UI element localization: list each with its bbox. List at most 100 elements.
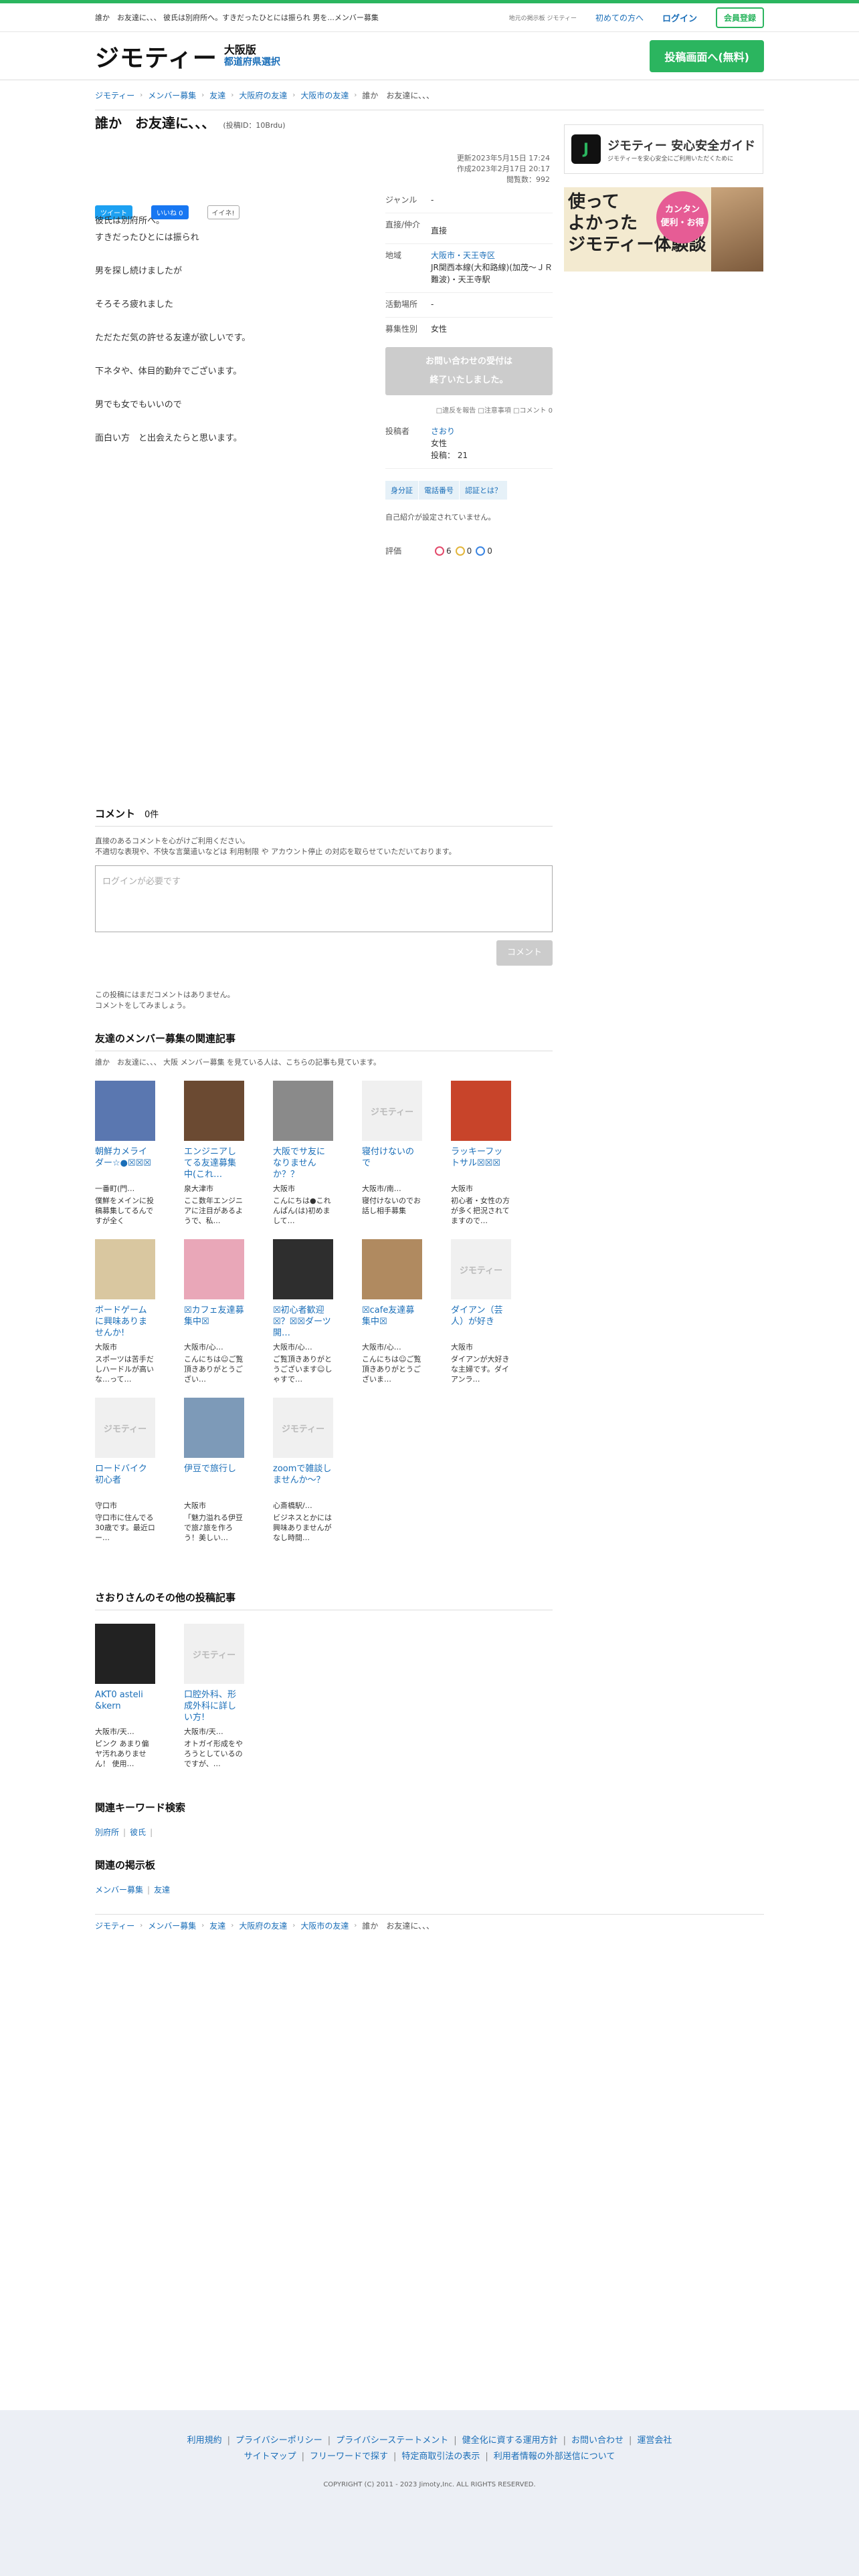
rating-normal: 0 [466,546,472,556]
article-thumbnail[interactable] [184,1081,244,1141]
prefecture-select-link[interactable]: 都道府県選択 [224,56,280,68]
article-card[interactable]: ☒カフェ友達募集中☒ 大阪市/心… こんにちは☺ご覧頂きありがとうござい… [184,1239,244,1398]
article-title-link[interactable]: AKT0 asteli &kern [95,1689,155,1724]
article-title-link[interactable]: 口腔外科、形成外科に詳しい方! [184,1689,244,1724]
breadcrumb-item[interactable]: 大阪府の友達 [239,1920,287,1931]
no-image-placeholder[interactable]: ジモティー [184,1624,244,1684]
no-comment-text: この投稿にはまだコメントはありません。 [95,990,235,999]
article-title-link[interactable]: ☒初心者歓迎☒？☒☒ダーツ開… [273,1305,333,1339]
footer-link[interactable]: 利用規約 [187,2436,222,2446]
article-title-link[interactable]: ロードバイク初心者 [95,1463,155,1498]
article-title-link[interactable]: エンジニアしてる友達募集中(これ… [184,1146,244,1181]
comment-input[interactable]: ログインが必要です [95,865,553,932]
breadcrumb: ジモティー › メンバー募集 › 友達 › 大阪府の友達 › 大阪市の友達 › 誰か お友達に、、、 [0,80,859,101]
article-title-link[interactable]: zoomで雑談しませんか〜？ [273,1463,333,1498]
area-link[interactable]: 大阪市・天王寺区 [431,251,495,260]
no-image-placeholder[interactable]: ジモティー [451,1239,511,1299]
footer-link[interactable]: 特定商取引法の表示 [401,2452,480,2462]
article-thumbnail[interactable] [451,1081,511,1141]
breadcrumb-item[interactable]: 大阪市の友達 [300,90,349,101]
article-thumbnail[interactable] [273,1081,333,1141]
no-image-placeholder[interactable]: ジモティー [273,1398,333,1458]
post-id: (投稿ID：10Brdu) [223,121,286,130]
related-subtitle: 誰か お友達に、、、 大阪 メンバー募集 を見ている人は、こちらの記事も見ていま… [95,1058,381,1067]
article-title-link[interactable]: 寝付けないので [362,1146,422,1181]
footer-link[interactable]: プライバシーポリシー [235,2436,322,2446]
breadcrumb-item[interactable]: 大阪府の友達 [239,90,287,101]
post-button[interactable]: 投稿画面へ(無料) [650,39,764,72]
keyword-link[interactable]: 別府所 [95,1828,119,1837]
comment-submit-button[interactable]: コメント [496,940,553,966]
footer-link[interactable]: 利用者情報の外部送信について [494,2452,615,2462]
breadcrumb-item[interactable]: 大阪市の友達 [300,1920,349,1931]
jmty-logo[interactable]: ジモティー [95,39,217,74]
breadcrumb-item[interactable]: 友達 [209,1920,225,1931]
related-grid: 朝鮮カメライダー☆●☒☒☒ 一番町(門… 僕鮮をメインに投稿募集してるんですが全く エ… [95,1081,553,1556]
keyword-link[interactable]: 彼氏 [130,1828,146,1837]
article-title-link[interactable]: ボードゲームに興味ありませんか! [95,1305,155,1339]
article-card[interactable]: ラッキーフットサル☒☒☒ 大阪市 初心者・女性の方が多く把況されてますので… [451,1081,511,1239]
article-title-link[interactable]: ☒カフェ友達募集中☒ [184,1305,244,1339]
article-title-link[interactable]: ダイアン（芸人）が好き [451,1305,511,1339]
article-location: 大阪市/天… [184,1727,223,1736]
article-title-link[interactable]: 朝鮮カメライダー☆●☒☒☒ [95,1146,155,1181]
beginner-link[interactable]: 初めての方へ [595,12,644,23]
poster-link[interactable]: さおり [431,427,455,436]
article-title-link[interactable]: 大阪でサ友になりませんか？？ [273,1146,333,1181]
site-header: ジモティー 大阪版 都道府県選択 投稿画面へ(無料) [0,32,859,80]
no-image-placeholder[interactable]: ジモティー [362,1081,422,1141]
gender-value: 女性 [431,324,448,334]
what-is-verification-link[interactable]: 認証とは？ [460,481,508,500]
safety-guide-banner[interactable]: J ジモティー 安心安全ガイド ジモティーを安心安全にご利用いただくために [564,124,763,174]
article-card[interactable]: ジモティー 寝付けないので 大阪市/南… 寝付けないのでお話し相手募集 [362,1081,422,1239]
article-card[interactable]: ボードゲームに興味ありませんか! 大阪市 スポーツは苦手だしハードルが高いな…って… [95,1239,155,1398]
article-thumbnail[interactable] [95,1624,155,1684]
article-card[interactable]: ジモティー ダイアン（芸人）が好き 大阪市 ダイアンが大好きな主婦です。ダイアンラ… [451,1239,511,1398]
article-title-link[interactable]: ☒cafe友達募集中☒ [362,1305,422,1339]
chevron-right-icon: › [201,1922,205,1929]
article-thumbnail[interactable] [95,1081,155,1141]
login-link[interactable]: ログイン [662,11,697,24]
article-card[interactable]: ☒cafe友達募集中☒ 大阪市/心… こんにちは☺ご覧頂きありがとうございま… [362,1239,422,1398]
article-thumbnail[interactable] [362,1239,422,1299]
no-image-placeholder[interactable]: ジモティー [95,1398,155,1458]
article-card[interactable]: 大阪でサ友になりませんか？？ 大阪市 こんにちは●これんぱん(は)初めまして… [273,1081,333,1239]
footer-link[interactable]: 運営会社 [637,2436,672,2446]
article-thumbnail[interactable] [273,1239,333,1299]
article-location: 大阪市 [451,1343,473,1352]
article-card[interactable]: 朝鮮カメライダー☆●☒☒☒ 一番町(門… 僕鮮をメインに投稿募集してるんですが全く [95,1081,155,1239]
article-title-link[interactable]: ラッキーフットサル☒☒☒ [451,1146,511,1181]
article-title-link[interactable]: 伊豆で旅行し [184,1463,244,1498]
article-card[interactable]: 伊豆で旅行し 大阪市 「魅力溢れる伊豆で旅♪旅を作ろう！美しい… [184,1398,244,1556]
footer-link[interactable]: フリーワードで探す [310,2452,388,2462]
article-card[interactable]: ジモティー zoomで雑談しませんか〜？ 心斎橋駅/… ビジネスとかには興味ありません… [273,1398,333,1556]
article-card[interactable]: AKT0 asteli &kern 大阪市/天… ピンク あまり偏ヤ汚れありません！… [95,1624,155,1782]
board-link[interactable]: 友達 [154,1885,170,1895]
article-thumbnail[interactable] [184,1398,244,1458]
footer-link[interactable]: 健全化に資する運用方針 [462,2436,558,2446]
article-thumbnail[interactable] [95,1239,155,1299]
board-link[interactable]: メンバー募集 [95,1885,143,1895]
report-links[interactable]: □違反を報告 □注意事項 □コメント 0 [385,405,553,415]
footer-link[interactable]: お問い合わせ [571,2436,624,2446]
region-selector[interactable]: 大阪版 都道府県選択 [224,43,280,68]
breadcrumb-item[interactable]: ジモティー [95,90,134,101]
breadcrumb-item[interactable]: メンバー募集 [148,1920,196,1931]
breadcrumb-item[interactable]: メンバー募集 [148,90,196,101]
gender-label: 募集性別 [385,324,418,334]
footer-link[interactable]: サイトマップ [244,2452,296,2462]
breadcrumb-item[interactable]: ジモティー [95,1920,134,1931]
keyword-section: 関連キーワード検索 別府所 | 彼氏 | 関連の掲示板 メンバー募集 | 友達 [95,1800,553,1895]
article-card[interactable]: エンジニアしてる友達募集中(これ… 泉大津市 ここ数年エンジニアに注目があるようで、… [184,1081,244,1239]
article-description: ここ数年エンジニアに注目があるようで、私… [184,1196,243,1225]
register-button[interactable]: 会員登録 [715,7,764,28]
article-thumbnail[interactable] [184,1239,244,1299]
experience-banner[interactable]: 使って よかった ジモティー体験談 カンタン 便利・お得 [564,187,763,272]
rating-bad: 0 [487,546,492,556]
article-card[interactable]: ジモティー 口腔外科、形成外科に詳しい方! 大阪市/天… オトガイ形成をやろうとしてい… [184,1624,244,1782]
footer-link[interactable]: プライバシーステートメント [336,2436,448,2446]
article-card[interactable]: ジモティー ロードバイク初心者 守口市 守口市に住んでる30歳です。最近ロー… [95,1398,155,1556]
inquiry-closed-button: お問い合わせの受付は 終了いたしました。 [385,347,553,395]
article-card[interactable]: ☒初心者歓迎☒？☒☒ダーツ開… 大阪市/心… ご覧頂きありがとうございます☺しゃすで… [273,1239,333,1398]
breadcrumb-item[interactable]: 友達 [209,90,225,101]
